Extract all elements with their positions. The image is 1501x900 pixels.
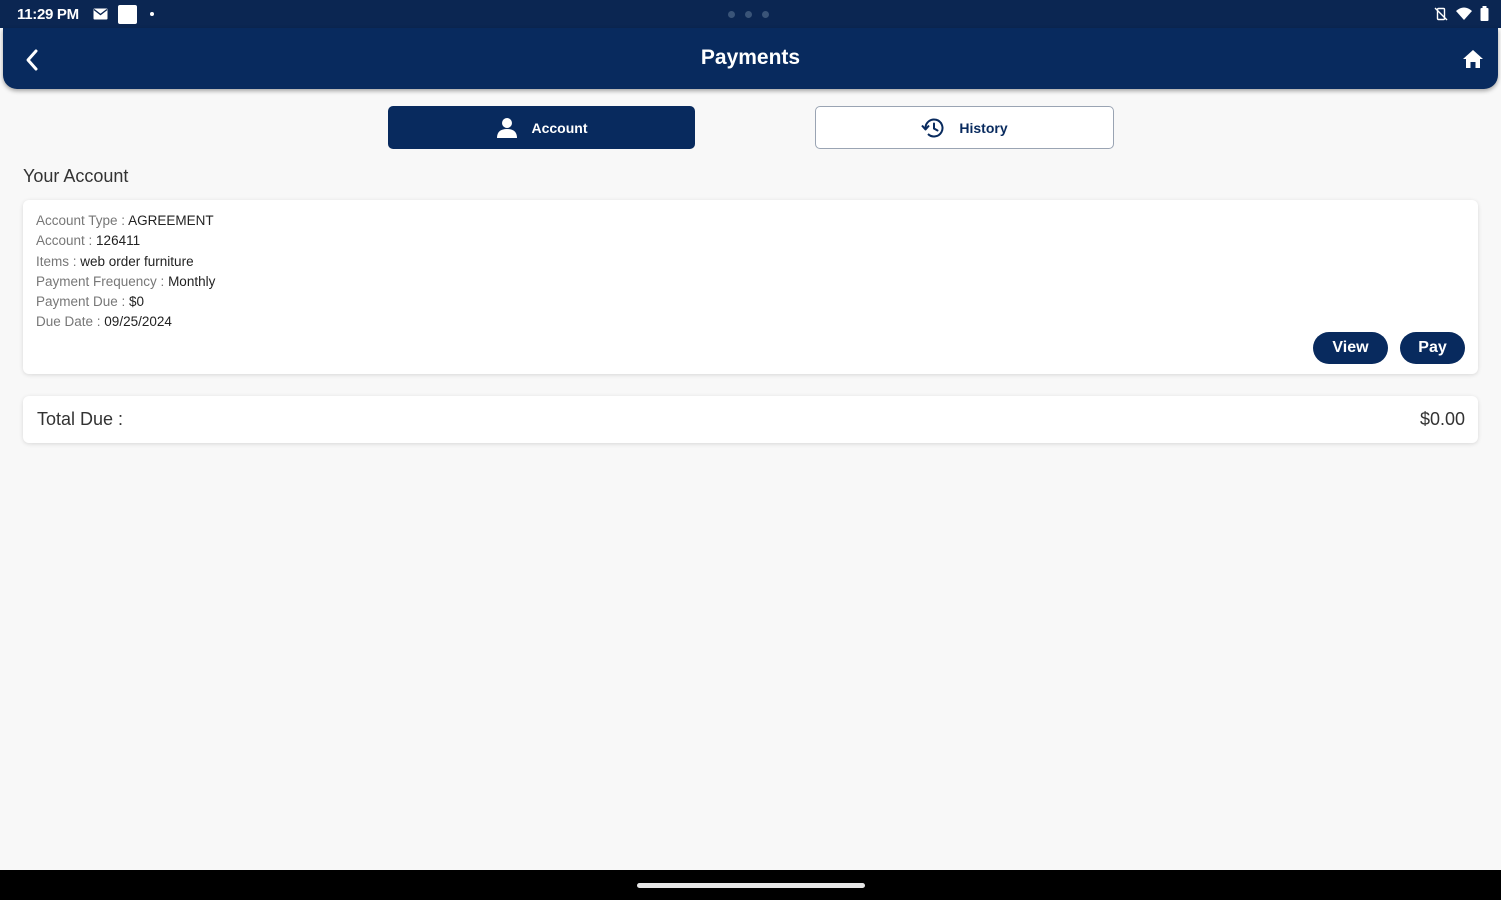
home-button[interactable] xyxy=(1458,45,1488,73)
wifi-icon xyxy=(1456,7,1472,20)
total-due-value: $0.00 xyxy=(1419,409,1465,429)
home-icon xyxy=(1463,50,1483,68)
detail-account-type: Account Type : AGREEMENT xyxy=(36,213,214,228)
status-bar: 11:29 PM xyxy=(0,0,1501,28)
total-due-card: Total Due : $0.00 xyxy=(23,396,1478,443)
detail-account-number: Account : 126411 xyxy=(36,233,141,249)
status-icons xyxy=(1434,6,1489,21)
home-gesture-handle[interactable] xyxy=(637,883,865,888)
square-icon xyxy=(118,5,137,24)
view-button[interactable]: View xyxy=(1313,332,1388,364)
camera-dots xyxy=(728,11,769,18)
detail-payment-frequency: Payment Frequency : Monthly xyxy=(36,273,216,289)
detail-payment-due: Payment Due : $0 xyxy=(36,294,145,310)
account-details: Account Type : AGREEMENT Account : 12641… xyxy=(36,211,215,333)
status-time: 11:29 PM xyxy=(17,6,79,23)
mail-icon xyxy=(93,8,108,20)
detail-items: Items : web order furniture xyxy=(36,253,194,269)
person-icon xyxy=(496,118,517,138)
history-icon xyxy=(921,118,944,137)
tab-account-label: Account xyxy=(531,119,588,136)
total-due-label: Total Due : xyxy=(37,409,124,429)
tab-history-label: History xyxy=(959,119,1008,136)
account-card: Account Type : AGREEMENT Account : 12641… xyxy=(23,200,1478,374)
dot-icon xyxy=(150,12,154,16)
app-bar: Payments xyxy=(3,28,1498,89)
tab-history[interactable]: History xyxy=(815,106,1114,149)
vibrate-off-icon xyxy=(1434,7,1448,20)
navigation-bar xyxy=(0,870,1501,900)
battery-icon xyxy=(1480,6,1489,21)
tab-account[interactable]: Account xyxy=(388,106,695,149)
detail-due-date: Due Date : 09/25/2024 xyxy=(36,314,172,330)
section-title: Your Account xyxy=(23,166,129,186)
page-title: Payments xyxy=(700,46,801,69)
pay-button[interactable]: Pay xyxy=(1400,332,1465,364)
